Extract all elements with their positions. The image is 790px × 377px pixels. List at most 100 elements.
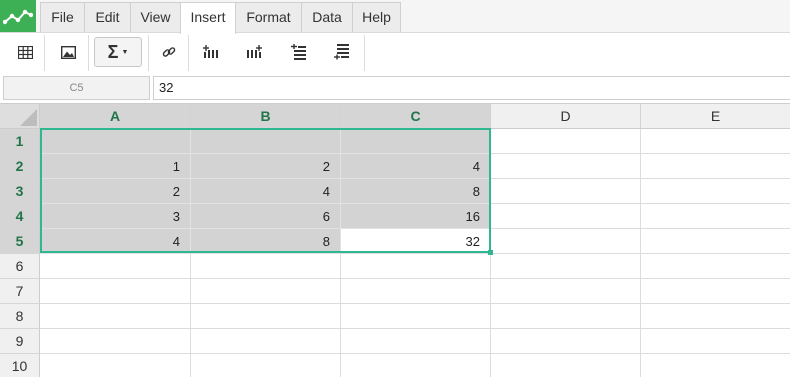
row-header-3[interactable]: 3 — [0, 179, 40, 204]
cell-e4[interactable] — [641, 204, 790, 229]
column-header-b[interactable]: B — [191, 104, 341, 129]
cell-b4[interactable]: 6 — [191, 204, 341, 229]
insert-column-left-button[interactable] — [198, 37, 224, 67]
cell-a1[interactable] — [40, 129, 191, 154]
row-header-6[interactable]: 6 — [0, 254, 40, 279]
menu-tab-file[interactable]: File — [40, 2, 85, 33]
cell-c2[interactable]: 4 — [341, 154, 491, 179]
cell-e1[interactable] — [641, 129, 790, 154]
row-header-8[interactable]: 8 — [0, 304, 40, 329]
cell-e10[interactable] — [641, 354, 790, 377]
cell-b7[interactable] — [191, 279, 341, 304]
select-all-corner[interactable] — [0, 104, 40, 129]
cell-d9[interactable] — [491, 329, 641, 354]
cell-a7[interactable] — [40, 279, 191, 304]
row-header-9[interactable]: 9 — [0, 329, 40, 354]
cell-a2[interactable]: 1 — [40, 154, 191, 179]
cell-b6[interactable] — [191, 254, 341, 279]
cell-b8[interactable] — [191, 304, 341, 329]
cell-d5[interactable] — [491, 229, 641, 254]
cell-c8[interactable] — [341, 304, 491, 329]
row-header-4[interactable]: 4 — [0, 204, 40, 229]
sigma-icon: Σ — [107, 41, 119, 62]
cell-c6[interactable] — [341, 254, 491, 279]
toolbar-separator — [44, 35, 45, 71]
insert-row-above-button[interactable] — [285, 37, 311, 67]
formula-bar: C5 32 — [0, 73, 790, 104]
cell-b3[interactable]: 4 — [191, 179, 341, 204]
row-header-1[interactable]: 1 — [0, 129, 40, 154]
row-header-7[interactable]: 7 — [0, 279, 40, 304]
cell-a5[interactable]: 4 — [40, 229, 191, 254]
cell-e3[interactable] — [641, 179, 790, 204]
spreadsheet-grid: A B C D E 1 2 3 4 5 6 7 8 9 10 1 2 4 2 4… — [0, 103, 790, 377]
cell-e9[interactable] — [641, 329, 790, 354]
cell-a9[interactable] — [40, 329, 191, 354]
menu-tab-format[interactable]: Format — [235, 2, 302, 33]
insert-row-below-button[interactable] — [328, 37, 354, 67]
cell-a8[interactable] — [40, 304, 191, 329]
cell-b9[interactable] — [191, 329, 341, 354]
menu-bar: File Edit View Insert Format Data Help — [0, 0, 790, 34]
cell-d7[interactable] — [491, 279, 641, 304]
column-header-a[interactable]: A — [40, 104, 191, 129]
cell-a4[interactable]: 3 — [40, 204, 191, 229]
toolbar-separator — [188, 35, 189, 71]
row-header-2[interactable]: 2 — [0, 154, 40, 179]
cell-reference-box[interactable]: C5 — [3, 76, 150, 100]
column-header-d[interactable]: D — [491, 104, 641, 129]
toolbar-separator — [148, 35, 149, 71]
cell-a6[interactable] — [40, 254, 191, 279]
cell-d3[interactable] — [491, 179, 641, 204]
insert-row-below-icon — [333, 44, 349, 60]
cell-e2[interactable] — [641, 154, 790, 179]
insert-column-right-button[interactable] — [241, 37, 267, 67]
insert-column-left-icon — [203, 45, 218, 58]
cell-c3[interactable]: 8 — [341, 179, 491, 204]
cell-e6[interactable] — [641, 254, 790, 279]
cell-a3[interactable]: 2 — [40, 179, 191, 204]
cell-b1[interactable] — [191, 129, 341, 154]
cell-d10[interactable] — [491, 354, 641, 377]
cell-c10[interactable] — [341, 354, 491, 377]
column-header-e[interactable]: E — [641, 104, 790, 129]
cell-c4[interactable]: 16 — [341, 204, 491, 229]
row-header-10[interactable]: 10 — [0, 354, 40, 377]
cell-c9[interactable] — [341, 329, 491, 354]
menu-tab-view[interactable]: View — [130, 2, 181, 33]
insert-table-button[interactable] — [12, 37, 38, 67]
cell-e5[interactable] — [641, 229, 790, 254]
cell-d6[interactable] — [491, 254, 641, 279]
cell-e7[interactable] — [641, 279, 790, 304]
menu-tab-insert[interactable]: Insert — [180, 2, 236, 34]
formula-input[interactable]: 32 — [153, 76, 790, 100]
cell-b2[interactable]: 2 — [191, 154, 341, 179]
cell-b5[interactable]: 8 — [191, 229, 341, 254]
insert-column-right-icon — [247, 45, 262, 58]
cell-d8[interactable] — [491, 304, 641, 329]
cell-d1[interactable] — [491, 129, 641, 154]
toolbar-separator — [364, 35, 365, 71]
column-header-c[interactable]: C — [341, 104, 491, 129]
menu-tab-help[interactable]: Help — [352, 2, 401, 33]
toolbar: Σ ▼ — [0, 33, 790, 73]
cell-d4[interactable] — [491, 204, 641, 229]
insert-row-above-icon — [290, 44, 306, 60]
cell-b10[interactable] — [191, 354, 341, 377]
fill-handle[interactable] — [488, 250, 493, 255]
app-logo — [0, 0, 36, 33]
menu-tab-edit[interactable]: Edit — [84, 2, 131, 33]
cell-a10[interactable] — [40, 354, 191, 377]
image-icon — [60, 45, 76, 59]
cell-e8[interactable] — [641, 304, 790, 329]
cell-c1[interactable] — [341, 129, 491, 154]
cell-d2[interactable] — [491, 154, 641, 179]
cell-c7[interactable] — [341, 279, 491, 304]
menu-tab-data[interactable]: Data — [301, 2, 353, 33]
insert-image-button[interactable] — [55, 37, 81, 67]
sum-dropdown-button[interactable]: Σ ▼ — [94, 37, 142, 67]
table-icon — [17, 45, 33, 59]
active-cell-c5[interactable]: 32 — [341, 229, 491, 254]
row-header-5[interactable]: 5 — [0, 229, 40, 254]
insert-link-button[interactable] — [156, 37, 182, 67]
